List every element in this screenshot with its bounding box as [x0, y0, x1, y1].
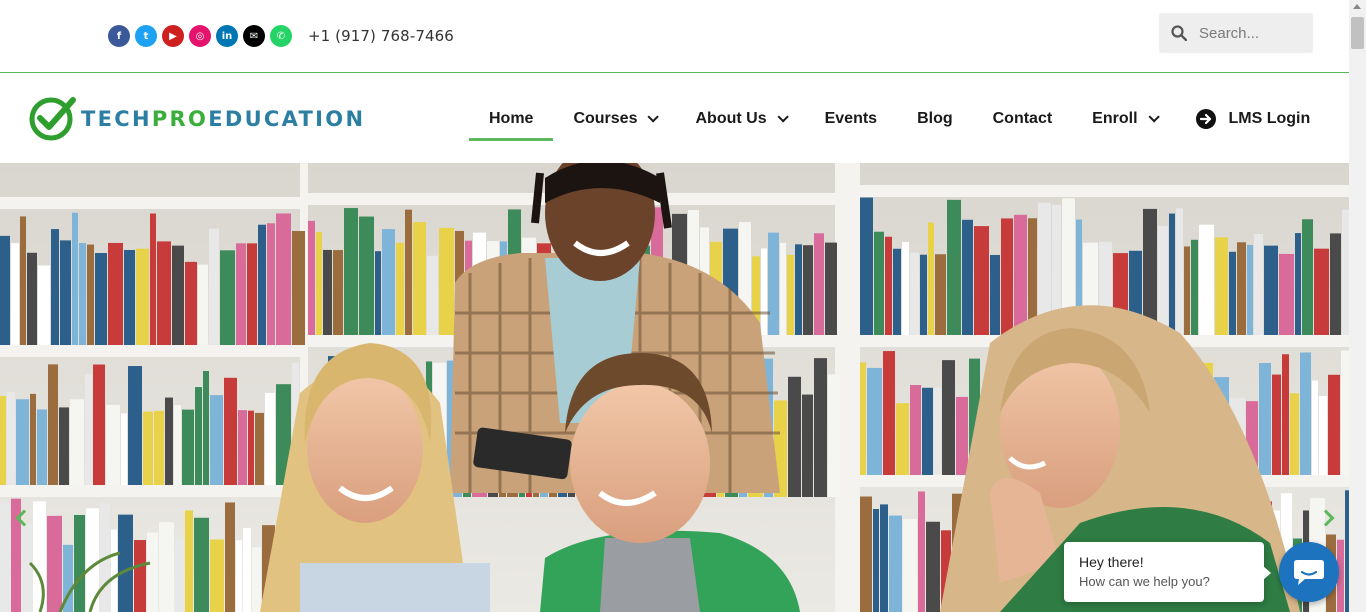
nav-item-label: Events — [824, 109, 878, 127]
nav-item-label: Courses — [573, 109, 638, 127]
chat-launcher-button[interactable] — [1279, 542, 1339, 602]
nav-item-courses[interactable]: Courses — [553, 74, 675, 163]
slider-next-arrow[interactable] — [1316, 503, 1336, 533]
chat-greeting-title: Hey there! — [1079, 554, 1144, 570]
youtube-icon[interactable]: ▶ — [162, 25, 184, 47]
nav-item-label: About Us — [695, 109, 767, 127]
logo-part-education: EDUCATION — [208, 107, 366, 131]
nav-item-contact[interactable]: Contact — [973, 74, 1073, 163]
site-logo[interactable]: TECHPROEDUCATION — [29, 94, 365, 144]
logo-wordmark: TECHPROEDUCATION — [81, 107, 365, 131]
chat-icon — [1294, 560, 1324, 585]
search-icon[interactable] — [1159, 25, 1199, 41]
top-bar: f t ▶ ◎ in ✉ ✆ +1 (917) 768-7466 — [0, 0, 1349, 73]
facebook-icon[interactable]: f — [108, 25, 130, 47]
search-box[interactable] — [1159, 13, 1313, 53]
nav-item-enroll[interactable]: Enroll — [1072, 74, 1175, 163]
social-links: f t ▶ ◎ in ✉ ✆ — [108, 25, 292, 47]
nav-item-blog[interactable]: Blog — [897, 74, 973, 163]
linkedin-icon[interactable]: in — [216, 25, 238, 47]
chat-greeting-subtitle: How can we help you? — [1079, 574, 1210, 589]
main-header: TECHPROEDUCATION Home Courses About Us Even… — [0, 74, 1349, 163]
nav-item-label: Home — [489, 109, 534, 127]
logo-part-pro: PRO — [151, 107, 209, 131]
nav-item-label: Enroll — [1092, 109, 1138, 127]
chevron-down-icon — [1147, 110, 1160, 123]
twitter-icon[interactable]: t — [135, 25, 157, 47]
lms-login-label: LMS Login — [1228, 109, 1311, 127]
nav-item-events[interactable]: Events — [805, 74, 897, 163]
chat-greeting-popup[interactable]: Hey there! How can we help you? — [1064, 542, 1271, 602]
nav-item-home[interactable]: Home — [469, 74, 554, 163]
chevron-down-icon — [777, 110, 789, 123]
main-nav: Home Courses About Us Events Blog Contact Enro… — [469, 74, 1310, 163]
scrollbar-thumb[interactable] — [1351, 17, 1364, 49]
slider-prev-arrow[interactable] — [14, 503, 34, 533]
whatsapp-icon[interactable]: ✆ — [270, 25, 292, 47]
arrow-right-circle-icon — [1195, 108, 1216, 129]
envelope-icon[interactable]: ✉ — [243, 25, 265, 47]
search-input[interactable] — [1199, 24, 1304, 42]
chevron-down-icon — [647, 110, 660, 123]
lms-login-link[interactable]: LMS Login — [1176, 74, 1311, 163]
page-scrollbar[interactable] — [1349, 0, 1366, 612]
checkmark-logo-icon — [29, 97, 76, 141]
nav-item-label: Blog — [917, 109, 953, 127]
nav-item-label: Contact — [992, 109, 1053, 127]
logo-part-tech: TECH — [81, 107, 152, 131]
nav-item-about-us[interactable]: About Us — [675, 74, 804, 163]
instagram-icon[interactable]: ◎ — [189, 25, 211, 47]
scroll-up-arrow[interactable] — [1353, 4, 1361, 9]
phone-number[interactable]: +1 (917) 768-7466 — [308, 27, 454, 45]
